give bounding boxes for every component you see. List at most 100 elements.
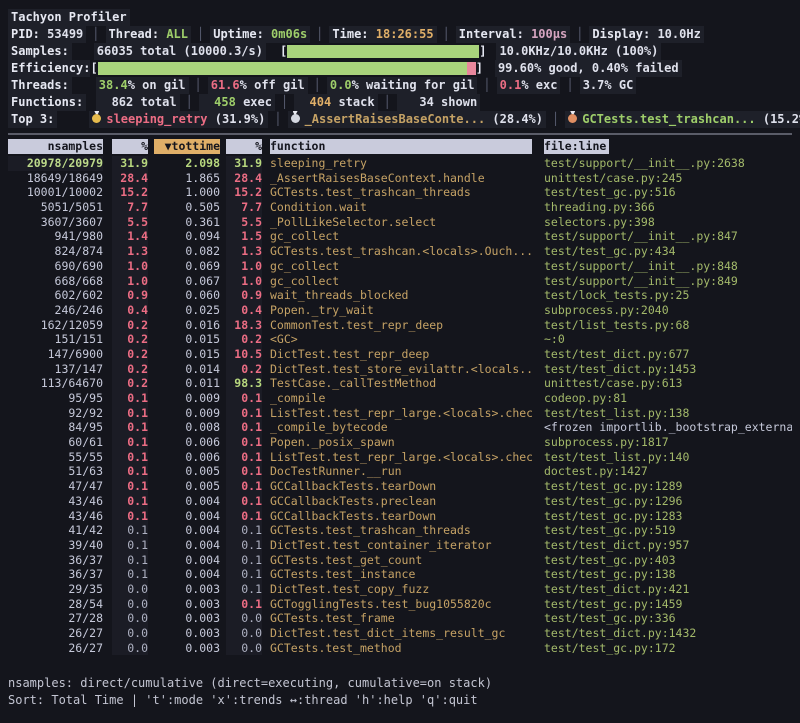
cell-function: DictTest.test_store_evilattr.<locals...	[270, 362, 532, 377]
top3-item-3[interactable]: GCTests.test_trashcan... (15.2%)	[565, 111, 800, 128]
column-header-tottime-sorted[interactable]: ▼tottime	[154, 139, 220, 154]
column-header-fileline[interactable]: file:line	[544, 139, 609, 154]
table-row[interactable]: 5051/50517.70.5057.7Condition.waitthread…	[8, 200, 792, 215]
thread-group[interactable]: Thread: ALL	[106, 26, 192, 43]
cell-percent-cumulative: 0.0	[226, 611, 262, 626]
table-row[interactable]: 151/1510.20.0150.2<GC>~:0	[8, 332, 792, 347]
table-row[interactable]: 668/6681.00.0671.0gc_collecttest/support…	[8, 274, 792, 289]
table-row[interactable]: 26/270.00.0030.0GCTests.test_methodtest/…	[8, 641, 792, 656]
column-header-percent-cumulative[interactable]: %	[226, 139, 262, 154]
table-row[interactable]: 10001/1000215.21.00015.2GCTests.test_tra…	[8, 185, 792, 200]
cell-nsamples: 43/46	[8, 509, 103, 524]
table-row[interactable]: 3607/36075.50.3615.5_PollLikeSelector.se…	[8, 215, 792, 230]
cell-fileline: test/test_list.py:140	[544, 450, 792, 465]
column-header-function[interactable]: function	[270, 139, 532, 154]
cell-percent-direct: 0.0	[112, 641, 148, 656]
table-row[interactable]: 95/950.10.0090.1_compilecodeop.py:81	[8, 391, 792, 406]
cell-percent-cumulative: 0.1	[226, 435, 262, 450]
cell-fileline: test/test_dict.py:1432	[544, 626, 792, 641]
table-row[interactable]: 137/1470.20.0140.2DictTest.test_store_ev…	[8, 362, 792, 377]
table-row[interactable]: 18649/1864928.41.86528.4_AssertRaisesBas…	[8, 171, 792, 186]
table-row[interactable]: 26/270.00.0030.0DictTest.test_dict_items…	[8, 626, 792, 641]
cell-function: GCTogglingTests.test_bug1055820c	[270, 597, 532, 612]
footer-keybindings: Sort: Total Time | 't':mode 'x':trends ↔…	[8, 692, 492, 709]
divider: │	[197, 26, 204, 43]
profile-table-body: 20978/2097931.92.09831.9sleeping_retryte…	[8, 156, 792, 655]
cell-tottime: 0.003	[154, 582, 220, 597]
samples-total: 66035 total (10000.3/s)	[94, 43, 266, 60]
table-row[interactable]: 941/9801.40.0941.5gc_collecttest/support…	[8, 229, 792, 244]
table-row[interactable]: 55/550.10.0060.1ListTest.test_repr_large…	[8, 450, 792, 465]
cell-function: GCTests.test_trashcan_threads	[270, 523, 532, 538]
table-row[interactable]: 29/350.00.0030.1DictTest.test_copy_fuzzt…	[8, 582, 792, 597]
cell-tottime: 0.361	[154, 215, 220, 230]
efficiency-failed-segment	[467, 62, 476, 75]
column-header-nsamples[interactable]: nsamples	[8, 139, 103, 154]
uptime-value: 0m06s	[271, 27, 307, 41]
table-row[interactable]: 690/6901.00.0691.0gc_collecttest/support…	[8, 259, 792, 274]
table-row[interactable]: 28/540.00.0030.1GCTogglingTests.test_bug…	[8, 597, 792, 612]
table-row[interactable]: 41/420.10.0040.1GCTests.test_trashcan_th…	[8, 523, 792, 538]
table-row[interactable]: 39/400.10.0040.1DictTest.test_container_…	[8, 538, 792, 553]
samples-line: Samples: 66035 total (10000.3/s) [] 10.0…	[8, 43, 792, 60]
cell-function: DocTestRunner.__run	[270, 464, 532, 479]
cell-function: DictTest.test_copy_fuzz	[270, 582, 532, 597]
table-row[interactable]: 162/120590.20.01618.3CommonTest.test_rep…	[8, 318, 792, 333]
table-row[interactable]: 113/646700.20.01198.3TestCase._callTestM…	[8, 376, 792, 391]
cell-function: sleeping_retry	[270, 156, 532, 171]
cell-nsamples: 43/46	[8, 494, 103, 509]
cell-fileline: test/test_gc.py:172	[544, 641, 792, 656]
table-row[interactable]: 20978/2097931.92.09831.9sleeping_retryte…	[8, 156, 792, 171]
cell-nsamples: 36/37	[8, 567, 103, 582]
table-row[interactable]: 36/370.10.0040.1GCTests.test_instancetes…	[8, 567, 792, 582]
table-row[interactable]: 246/2460.40.0250.4Popen._try_waitsubproc…	[8, 303, 792, 318]
off-gil-value: 61.6	[211, 78, 240, 92]
uptime-label: Uptime:	[213, 27, 264, 41]
cell-tottime: 1.000	[154, 185, 220, 200]
cell-fileline: test/test_dict.py:957	[544, 538, 792, 553]
cell-function: _compile	[270, 391, 532, 406]
cell-nsamples: 602/602	[8, 288, 103, 303]
top3-item-1[interactable]: sleeping_retry (31.9%)	[89, 111, 268, 128]
cell-fileline: test/test_gc.py:336	[544, 611, 792, 626]
cell-function: GCTests.test_trashcan_threads	[270, 185, 532, 200]
cell-percent-cumulative: 0.1	[226, 509, 262, 524]
cell-nsamples: 137/147	[8, 362, 103, 377]
column-header-percent-direct[interactable]: %	[112, 139, 148, 154]
cell-fileline: test/test_dict.py:677	[544, 347, 792, 362]
table-row[interactable]: 147/69000.20.01510.5DictTest.test_repr_d…	[8, 347, 792, 362]
table-row[interactable]: 36/370.10.0040.1GCTests.test_get_countte…	[8, 553, 792, 568]
table-row[interactable]: 43/460.10.0040.1GCCallbackTests.preclean…	[8, 494, 792, 509]
cell-nsamples: 29/35	[8, 582, 103, 597]
top3-name: _AssertRaisesBaseConte...	[305, 112, 486, 126]
time-label: Time:	[332, 27, 368, 41]
table-row[interactable]: 84/950.10.0080.1_compile_bytecode<frozen…	[8, 420, 792, 435]
table-row[interactable]: 47/470.10.0050.1GCCallbackTests.tearDown…	[8, 479, 792, 494]
cell-percent-cumulative: 0.1	[226, 391, 262, 406]
cell-tottime: 0.005	[154, 464, 220, 479]
cell-percent-direct: 0.1	[112, 509, 148, 524]
cell-nsamples: 246/246	[8, 303, 103, 318]
table-row[interactable]: 60/610.10.0060.1Popen._posix_spawnsubpro…	[8, 435, 792, 450]
cell-tottime: 0.004	[154, 494, 220, 509]
cell-nsamples: 162/12059	[8, 318, 103, 333]
threads-label: Threads:	[8, 77, 72, 94]
off-gil-text: % off gil	[240, 78, 305, 92]
cell-tottime: 0.004	[154, 538, 220, 553]
table-row[interactable]: 27/280.00.0030.0GCTests.test_frametest/t…	[8, 611, 792, 626]
table-row[interactable]: 602/6020.90.0600.9wait_threads_blockedte…	[8, 288, 792, 303]
functions-total-text: total	[140, 95, 176, 109]
table-row[interactable]: 92/920.10.0090.1ListTest.test_repr_large…	[8, 406, 792, 421]
cell-percent-cumulative: 98.3	[226, 376, 262, 391]
top3-item-2[interactable]: _AssertRaisesBaseConte... (28.4%)	[288, 111, 546, 128]
cell-percent-cumulative: 0.2	[226, 362, 262, 377]
table-row[interactable]: 824/8741.30.0821.3GCTests.test_trashcan.…	[8, 244, 792, 259]
table-row[interactable]: 43/460.10.0040.1GCCallbackTests.tearDown…	[8, 509, 792, 524]
cell-function: _PollLikeSelector.select	[270, 215, 532, 230]
cell-nsamples: 47/47	[8, 479, 103, 494]
cell-percent-cumulative: 10.5	[226, 347, 262, 362]
cell-percent-direct: 0.0	[112, 582, 148, 597]
divider: │	[552, 111, 559, 128]
table-row[interactable]: 51/630.10.0050.1DocTestRunner.__rundocte…	[8, 464, 792, 479]
cell-tottime: 0.008	[154, 420, 220, 435]
